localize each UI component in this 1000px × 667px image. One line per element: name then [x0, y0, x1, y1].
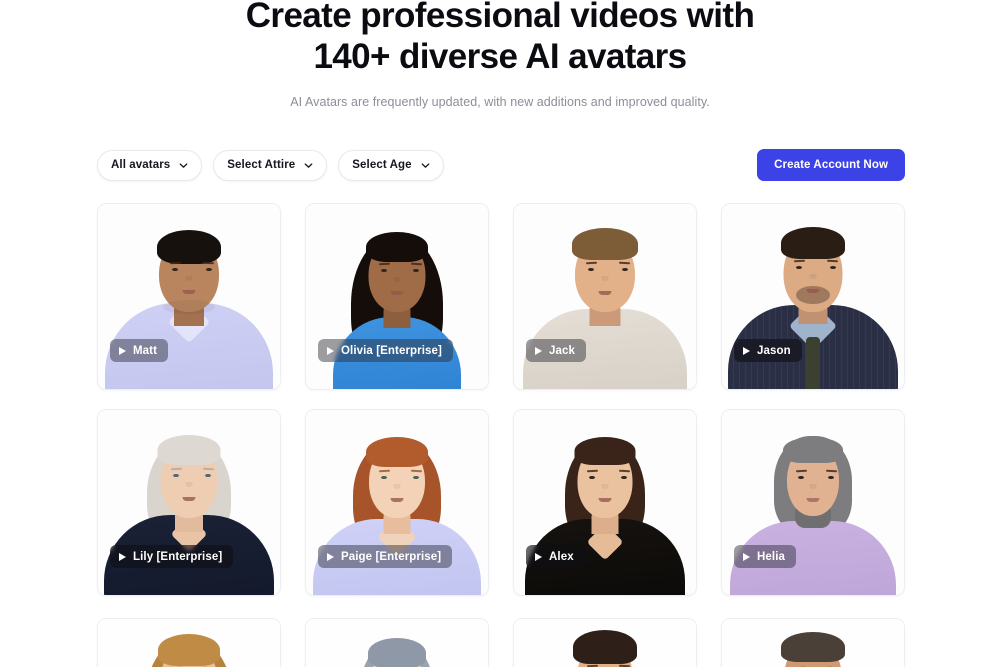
hero-section: Create professional videos with 140+ div… [0, 0, 1000, 110]
avatar-card-partial-2[interactable] [305, 618, 489, 667]
avatar-photo-partial-2 [306, 619, 488, 667]
avatar-card-helia[interactable]: Helia [721, 409, 905, 596]
avatar-name: Olivia [Enterprise] [341, 344, 442, 357]
avatar-card-partial-1[interactable] [97, 618, 281, 667]
page-subtitle: AI Avatars are frequently updated, with … [290, 95, 710, 109]
avatar-card-olivia[interactable]: Olivia [Enterprise] [305, 203, 489, 390]
chevron-down-icon [304, 161, 313, 170]
avatar-name: Matt [133, 344, 158, 357]
play-icon [535, 346, 542, 355]
filter-all-avatars[interactable]: All avatars [97, 149, 203, 181]
play-icon [119, 346, 126, 355]
avatar-name-badge[interactable]: Helia [734, 545, 796, 568]
play-icon [535, 552, 542, 561]
avatar-name: Jason [757, 344, 791, 357]
avatar-name: Lily [Enterprise] [133, 550, 223, 563]
avatar-photo-partial-1 [98, 619, 280, 667]
filter-select-age[interactable]: Select Age [338, 149, 444, 181]
play-icon [119, 552, 126, 561]
avatar-name: Jack [549, 344, 575, 357]
play-icon [743, 346, 750, 355]
avatar-grid-row-partial [0, 618, 1000, 667]
avatar-name-badge[interactable]: Lily [Enterprise] [110, 545, 234, 568]
avatar-name-badge[interactable]: Olivia [Enterprise] [318, 339, 453, 362]
avatar-gallery-page: Create professional videos with 140+ div… [0, 0, 1000, 667]
avatar-card-matt[interactable]: Matt [97, 203, 281, 390]
avatar-card-alex[interactable]: Alex [513, 409, 697, 596]
avatar-name-badge[interactable]: Jason [734, 339, 802, 362]
avatar-card-jack[interactable]: Jack [513, 203, 697, 390]
filter-toolbar: All avatars Select Attire Select Age Cre… [0, 149, 1000, 181]
play-icon [327, 552, 334, 561]
filter-group: All avatars Select Attire Select Age [97, 149, 444, 181]
play-icon [743, 552, 750, 561]
avatar-card-lily[interactable]: Lily [Enterprise] [97, 409, 281, 596]
avatar-grid: Matt Olivia [Enterprise] Jack Jason Lily… [0, 203, 1000, 596]
avatar-photo-partial-3 [514, 619, 696, 667]
avatar-card-partial-3[interactable] [513, 618, 697, 667]
filter-select-age-label: Select Age [352, 159, 412, 171]
filter-select-attire[interactable]: Select Attire [213, 149, 328, 181]
avatar-card-paige[interactable]: Paige [Enterprise] [305, 409, 489, 596]
avatar-card-jason[interactable]: Jason [721, 203, 905, 390]
chevron-down-icon [179, 161, 188, 170]
avatar-name-badge[interactable]: Alex [526, 545, 585, 568]
chevron-down-icon [421, 161, 430, 170]
filter-all-avatars-label: All avatars [111, 159, 171, 171]
avatar-name-badge[interactable]: Matt [110, 339, 169, 362]
page-title: Create professional videos with 140+ div… [245, 0, 755, 76]
avatar-name: Helia [757, 550, 785, 563]
avatar-name-badge[interactable]: Jack [526, 339, 586, 362]
avatar-photo-partial-4 [722, 619, 904, 667]
play-icon [327, 346, 334, 355]
filter-select-attire-label: Select Attire [227, 159, 296, 171]
avatar-name: Paige [Enterprise] [341, 550, 442, 563]
avatar-name-badge[interactable]: Paige [Enterprise] [318, 545, 453, 568]
create-account-button[interactable]: Create Account Now [757, 149, 905, 181]
avatar-name: Alex [549, 550, 574, 563]
avatar-card-partial-4[interactable] [721, 618, 905, 667]
